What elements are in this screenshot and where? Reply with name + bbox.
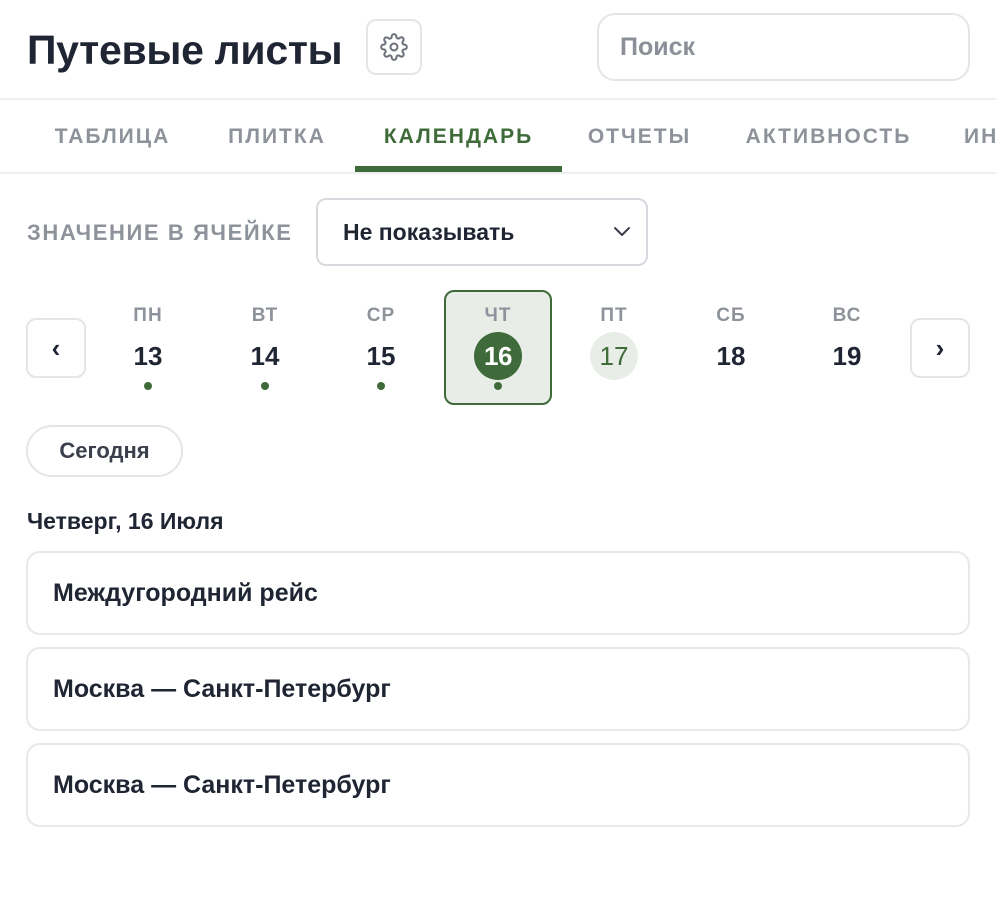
page-title: Путевые листы [27,27,343,73]
day-number: 15 [366,340,396,371]
chevron-down-icon [614,227,630,236]
day-number: 14 [250,340,280,371]
search-input[interactable] [597,13,970,81]
chevron-left-icon: ‹ [51,332,61,363]
event-card[interactable]: Междугородний рейс [26,551,970,635]
day-number: 18 [716,340,746,371]
day-of-week: ПТ [600,305,628,326]
day-of-week: ВС [832,305,862,326]
cell-value-selected: Не показывать [343,218,515,245]
day-number: 17 [590,332,638,380]
tab-reports[interactable]: ОТЧЕТЫ [562,100,717,173]
event-indicator-dot [494,382,502,390]
chevron-right-icon: › [935,332,945,363]
event-indicator-dot [377,382,385,390]
event-title: Москва — Санкт-Петербург [53,770,391,799]
day-of-week: СБ [716,305,746,326]
day-number: 19 [832,340,862,371]
settings-button[interactable] [366,19,422,75]
day-cell-tue[interactable]: ВТ 14 [211,290,319,405]
selected-date-heading: Четверг, 16 Июля [27,508,224,534]
cell-value-label: ЗНАЧЕНИЕ В ЯЧЕЙКЕ [27,220,293,245]
view-tabs: ТАБЛИЦА ПЛИТКА КАЛЕНДАРЬ ОТЧЕТЫ АКТИВНОС… [0,100,996,173]
header: Путевые листы [0,0,996,99]
day-cell-mon[interactable]: ПН 13 [94,290,202,405]
cell-value-select[interactable]: Не показывать [316,198,648,266]
day-cell-sun[interactable]: ВС 19 [793,290,901,405]
next-week-button[interactable]: › [910,318,970,378]
event-card[interactable]: Москва — Санкт-Петербург [26,647,970,731]
tab-info[interactable]: ИН [940,100,996,173]
gear-icon [380,33,408,61]
event-title: Междугородний рейс [53,578,318,607]
day-of-week: ВТ [251,305,279,326]
tab-activity[interactable]: АКТИВНОСТЬ [717,100,940,173]
tabs-divider [0,172,996,174]
today-button[interactable]: Сегодня [26,425,183,477]
day-of-week: ПН [133,305,163,326]
day-number: 13 [133,340,163,371]
event-indicator-dot [261,382,269,390]
day-of-week: СР [366,305,396,326]
prev-week-button[interactable]: ‹ [26,318,86,378]
day-cell-sat[interactable]: СБ 18 [677,290,785,405]
event-title: Москва — Санкт-Петербург [53,674,391,703]
tab-calendar[interactable]: КАЛЕНДАРЬ [355,100,562,173]
day-of-week: ЧТ [484,305,512,326]
event-card[interactable]: Москва — Санкт-Петербург [26,743,970,827]
day-cell-wed[interactable]: СР 15 [327,290,435,405]
day-number: 16 [474,332,522,380]
tab-tiles[interactable]: ПЛИТКА [199,100,355,173]
day-cell-thu[interactable]: ЧТ 16 [444,290,552,405]
event-indicator-dot [144,382,152,390]
tab-table[interactable]: ТАБЛИЦА [26,100,199,173]
day-cell-fri[interactable]: ПТ 17 [560,290,668,405]
